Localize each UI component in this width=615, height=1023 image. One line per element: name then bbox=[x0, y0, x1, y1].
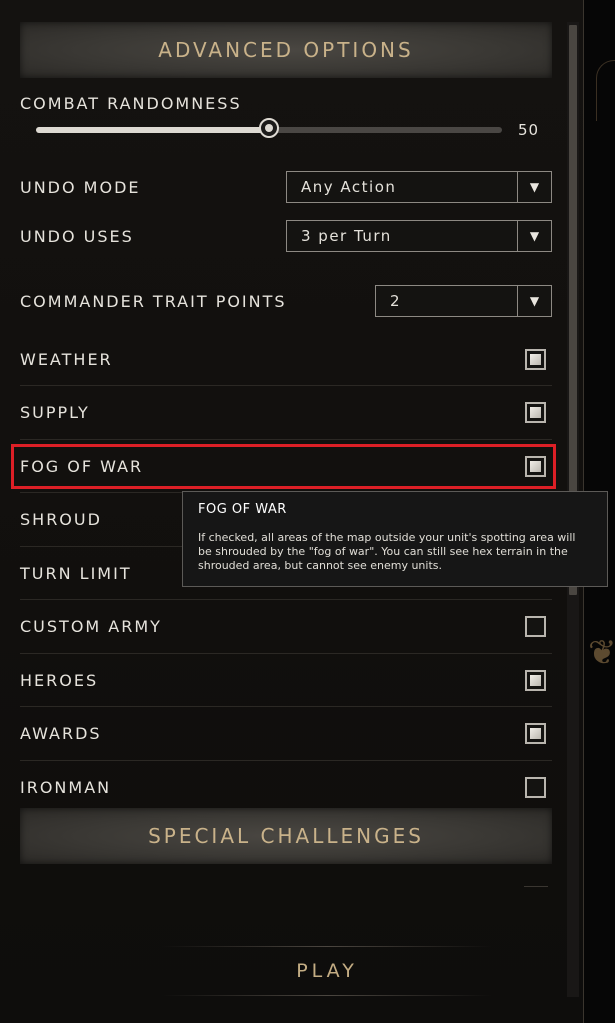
toggle-label-awards: AWARDS bbox=[20, 724, 102, 743]
combat-randomness-value: 50 bbox=[518, 121, 540, 139]
undo-uses-value: 3 per Turn bbox=[301, 227, 392, 245]
toggle-label-shroud: SHROUD bbox=[20, 510, 102, 529]
commander-trait-points-dropdown[interactable]: 2 ▼ bbox=[375, 285, 552, 317]
advanced-options-header: ADVANCED OPTIONS bbox=[20, 22, 552, 78]
undo-uses-dropdown[interactable]: 3 per Turn ▼ bbox=[286, 220, 552, 252]
play-bottom-line bbox=[162, 995, 492, 996]
toggle-label-weather: WEATHER bbox=[20, 350, 113, 369]
undo-mode-label: UNDO MODE bbox=[20, 178, 141, 197]
advanced-options-title: ADVANCED OPTIONS bbox=[158, 38, 414, 62]
heroes-checkbox[interactable] bbox=[525, 670, 546, 691]
tooltip-title: FOG OF WAR bbox=[198, 502, 287, 517]
vine-ornament-icon: ❦ bbox=[588, 633, 615, 673]
fog-of-war-highlight bbox=[11, 444, 556, 489]
toggle-label-turn-limit: TURN LIMIT bbox=[20, 564, 132, 583]
toggle-label-heroes: HEROES bbox=[20, 671, 99, 690]
ironman-checkbox[interactable] bbox=[525, 777, 546, 798]
row-divider bbox=[20, 599, 552, 600]
special-challenges-header[interactable]: SPECIAL CHALLENGES bbox=[20, 808, 552, 864]
undo-mode-value: Any Action bbox=[301, 178, 397, 196]
row-divider bbox=[20, 706, 552, 707]
row-divider bbox=[20, 760, 552, 761]
row-divider bbox=[20, 439, 552, 440]
toggle-label-custom-army: CUSTOM ARMY bbox=[20, 617, 162, 636]
commander-trait-points-value: 2 bbox=[390, 292, 402, 310]
fog-of-war-tooltip: FOG OF WAR If checked, all areas of the … bbox=[182, 491, 608, 587]
chevron-down-icon[interactable]: ▼ bbox=[517, 221, 551, 251]
undo-uses-label: UNDO USES bbox=[20, 227, 134, 246]
commander-trait-points-label: COMMANDER TRAIT POINTS bbox=[20, 292, 287, 311]
custom-army-checkbox[interactable] bbox=[525, 616, 546, 637]
combat-randomness-label: COMBAT RANDOMNESS bbox=[20, 94, 242, 113]
special-challenges-title: SPECIAL CHALLENGES bbox=[148, 824, 424, 848]
supply-checkbox[interactable] bbox=[525, 402, 546, 423]
weather-checkbox[interactable] bbox=[525, 349, 546, 370]
tooltip-body: If checked, all areas of the map outside… bbox=[198, 531, 576, 572]
slider-fill bbox=[36, 127, 269, 133]
map-border-ornament bbox=[596, 60, 615, 121]
divider bbox=[524, 886, 548, 887]
chevron-down-icon[interactable]: ▼ bbox=[517, 172, 551, 202]
toggle-label-supply: SUPPLY bbox=[20, 403, 90, 422]
awards-checkbox[interactable] bbox=[525, 723, 546, 744]
undo-mode-dropdown[interactable]: Any Action ▼ bbox=[286, 171, 552, 203]
row-divider bbox=[20, 653, 552, 654]
play-button[interactable]: PLAY bbox=[162, 947, 492, 995]
slider-handle[interactable] bbox=[259, 118, 279, 138]
toggle-label-ironman: IRONMAN bbox=[20, 778, 112, 797]
chevron-down-icon[interactable]: ▼ bbox=[517, 286, 551, 316]
row-divider bbox=[20, 385, 552, 386]
